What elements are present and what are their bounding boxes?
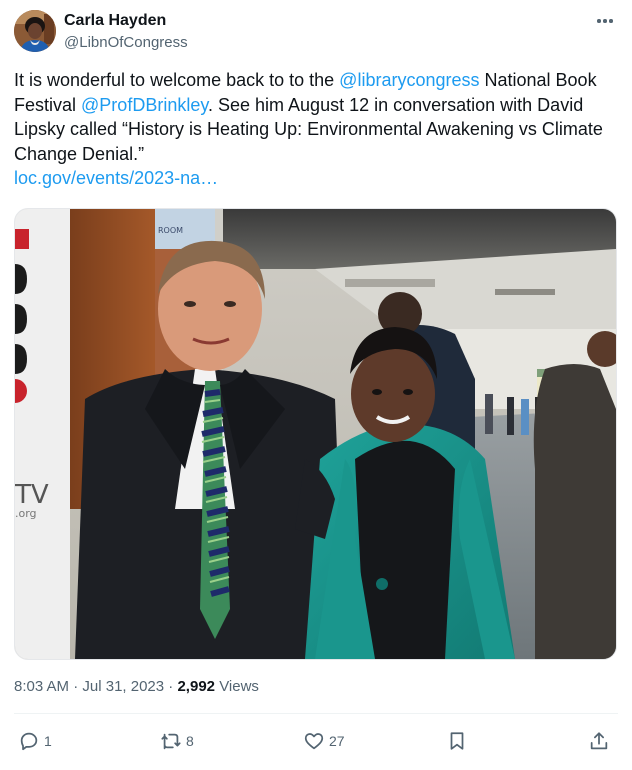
avatar[interactable] xyxy=(14,10,56,52)
tweet-text: It is wonderful to welcome back to to th… xyxy=(14,68,620,191)
bookmark-icon xyxy=(450,732,464,750)
views-label: Views xyxy=(219,678,259,695)
divider xyxy=(14,713,618,714)
meta-separator: · xyxy=(73,678,79,695)
views-count: 2,992 xyxy=(177,678,216,695)
repost-icon xyxy=(161,733,181,750)
mention-profdbrinkley[interactable]: @ProfDBrinkley xyxy=(81,95,208,115)
tweet-time[interactable]: 8:03 AM xyxy=(14,678,69,695)
backdrop-text-org: .org xyxy=(15,507,37,520)
room-sign: ROOM xyxy=(158,226,183,235)
tweet-date[interactable]: Jul 31, 2023 xyxy=(82,678,164,695)
author-name[interactable]: Carla Hayden xyxy=(64,11,166,31)
tweet-text-part: It is wonderful to welcome back to to th… xyxy=(14,70,340,90)
tweet-link[interactable]: loc.gov/events/2023-na… xyxy=(14,168,218,188)
tweet-photo[interactable]: TV .org ROOM xyxy=(14,208,617,660)
repost-button[interactable]: 8 xyxy=(160,726,194,756)
more-icon[interactable] xyxy=(592,8,618,34)
reply-count: 1 xyxy=(44,733,52,749)
action-bar: 1 8 27 xyxy=(0,726,632,756)
photo-image: TV .org ROOM xyxy=(15,209,616,659)
avatar-image xyxy=(14,10,56,52)
author-handle[interactable]: @LibnOfCongress xyxy=(64,33,188,53)
tweet-meta: 8:03 AM · Jul 31, 2023 · 2,992 Views xyxy=(14,677,259,697)
heart-icon xyxy=(304,733,324,750)
share-icon xyxy=(590,732,608,750)
reply-button[interactable]: 1 xyxy=(18,726,52,756)
tweet[interactable]: Carla Hayden @LibnOfCongress It is wonde… xyxy=(0,0,632,770)
bookmark-button[interactable] xyxy=(446,726,468,756)
like-count: 27 xyxy=(329,733,345,749)
repost-count: 8 xyxy=(186,733,194,749)
meta-separator: · xyxy=(168,678,174,695)
backdrop-text: TV xyxy=(15,480,49,510)
mention-librarycongress[interactable]: @librarycongress xyxy=(339,70,479,90)
like-button[interactable]: 27 xyxy=(303,726,345,756)
share-button[interactable] xyxy=(588,726,610,756)
reply-icon xyxy=(20,732,38,751)
